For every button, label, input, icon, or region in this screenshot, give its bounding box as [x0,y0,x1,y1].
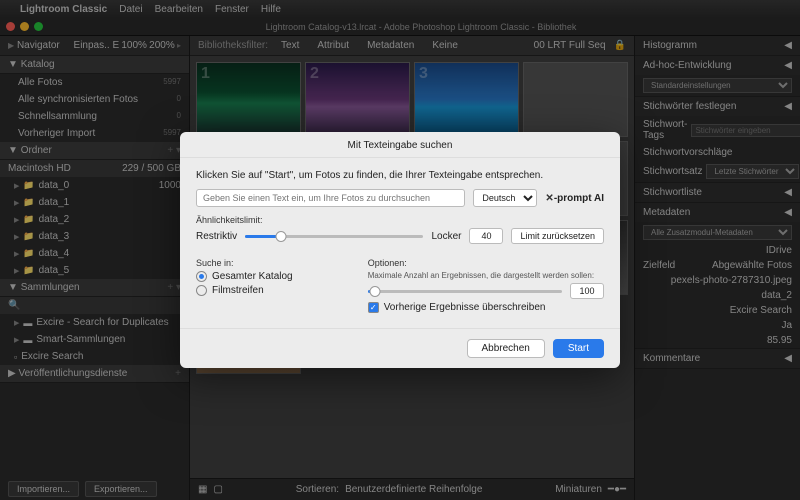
text-search-dialog: Mit Texteingabe suchen Klicken Sie auf "… [180,132,620,368]
dialog-title: Mit Texteingabe suchen [180,132,620,158]
modal-overlay: Mit Texteingabe suchen Klicken Sie auf "… [0,0,800,500]
search-text-input[interactable] [196,189,465,207]
similarity-slider[interactable] [245,235,423,238]
brand-logo: ✕-prompt AI [545,193,604,204]
start-button[interactable]: Start [553,339,604,358]
language-select[interactable]: Deutsch [473,189,537,207]
max-results-slider[interactable] [368,290,562,293]
cancel-button[interactable]: Abbrechen [467,339,545,358]
dialog-instruction: Klicken Sie auf "Start", um Fotos zu fin… [196,170,604,181]
radio-filmstrip[interactable]: Filmstreifen [196,285,344,296]
max-results-input[interactable] [570,283,604,299]
similarity-value-input[interactable] [469,228,503,244]
radio-whole-catalog[interactable]: Gesamter Katalog [196,271,344,282]
overwrite-checkbox[interactable]: ✓Vorherige Ergebnisse überschreiben [368,302,604,313]
similarity-label: Ähnlichkeitslimit: [196,215,604,225]
reset-limit-button[interactable]: Limit zurücksetzen [511,228,604,244]
